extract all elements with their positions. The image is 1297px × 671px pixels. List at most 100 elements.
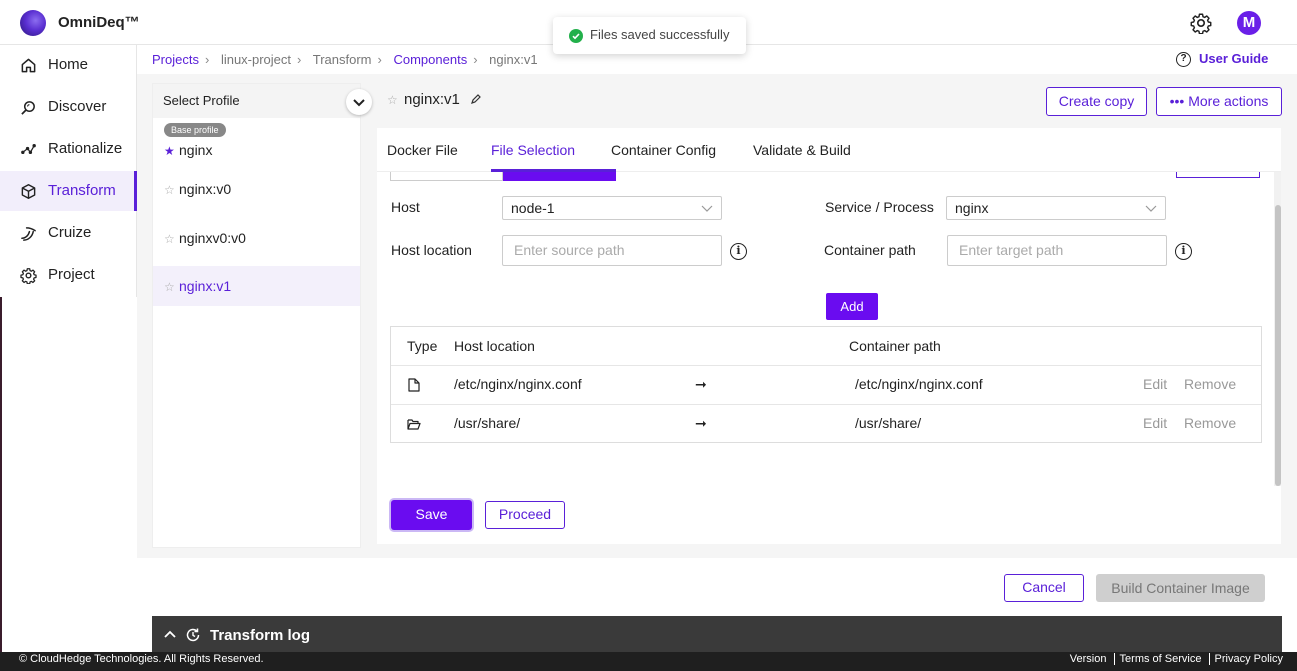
service-select-value: nginx xyxy=(955,200,989,216)
proceed-button[interactable]: Proceed xyxy=(485,501,565,529)
select-profile-header[interactable]: Select Profile xyxy=(153,84,360,118)
sidebar-item-label: Rationalize xyxy=(48,140,123,157)
star-outline-icon[interactable]: ☆ xyxy=(387,93,398,107)
breadcrumb-transform[interactable]: Transform xyxy=(313,52,372,67)
sidebar: Home Discover Rationalize Transform Crui… xyxy=(0,45,137,297)
brand-name: OmniDeq™ xyxy=(58,14,140,31)
project-gear-icon xyxy=(20,267,37,284)
user-guide-link[interactable]: ? User Guide xyxy=(1176,51,1269,67)
container-path-cell: /etc/nginx/nginx.conf xyxy=(855,376,983,392)
edit-link[interactable]: Edit xyxy=(1143,376,1167,392)
create-copy-button[interactable]: Create copy xyxy=(1046,87,1147,116)
tab-validate-build[interactable]: Validate & Build xyxy=(753,142,851,158)
star-outline-icon: ☆ xyxy=(164,232,175,246)
success-toast: Files saved successfully xyxy=(553,17,746,54)
tab-bar: Docker File File Selection Container Con… xyxy=(377,128,1281,172)
profile-item-nginx-v1[interactable]: ☆ nginx:v1 xyxy=(153,266,360,306)
more-actions-button[interactable]: ••• More actions xyxy=(1156,87,1282,116)
base-profile-badge: Base profile xyxy=(164,123,226,137)
arrow-right-icon: ➞ xyxy=(695,376,707,392)
omnideq-logo xyxy=(20,10,46,36)
profile-item-nginxv0-v0[interactable]: ☆ nginxv0:v0 xyxy=(153,218,360,258)
breadcrumb-projects[interactable]: Projects xyxy=(152,52,199,67)
service-process-select[interactable]: nginx xyxy=(946,196,1166,220)
privacy-link[interactable]: Privacy Policy xyxy=(1208,653,1283,665)
profile-item-label: nginx xyxy=(179,142,213,158)
folder-open-icon xyxy=(407,418,421,430)
check-circle-icon xyxy=(569,29,583,43)
transform-icon xyxy=(20,183,37,200)
chevron-down-icon xyxy=(1145,203,1157,213)
chevron-up-icon[interactable] xyxy=(164,630,176,639)
profile-item-label: nginxv0:v0 xyxy=(179,230,246,246)
remove-link[interactable]: Remove xyxy=(1184,376,1236,392)
info-icon[interactable]: i xyxy=(730,243,747,260)
sidebar-item-cruize[interactable]: Cruize xyxy=(0,213,137,253)
tab-file-selection[interactable]: File Selection xyxy=(491,142,575,158)
cancel-button[interactable]: Cancel xyxy=(1004,574,1084,602)
breadcrumb-components[interactable]: Components xyxy=(393,52,467,67)
terms-link[interactable]: Terms of Service xyxy=(1113,653,1202,665)
column-header-host-location: Host location xyxy=(454,338,535,354)
edit-link[interactable]: Edit xyxy=(1143,415,1167,431)
star-filled-icon: ★ xyxy=(164,144,175,158)
sidebar-item-home[interactable]: Home xyxy=(0,45,137,85)
column-header-type: Type xyxy=(407,338,438,354)
host-location-input[interactable]: Enter source path xyxy=(502,235,722,266)
settings-gear-icon[interactable] xyxy=(1190,12,1212,34)
info-icon[interactable]: i xyxy=(1175,243,1192,260)
select-profile-label: Select Profile xyxy=(163,93,240,108)
container-path-input[interactable]: Enter target path xyxy=(947,235,1167,266)
table-row: /etc/nginx/nginx.conf ➞ /etc/nginx/nginx… xyxy=(391,365,1261,404)
user-avatar[interactable]: M xyxy=(1237,11,1261,35)
container-path-label: Container path xyxy=(824,242,916,258)
add-button[interactable]: Add xyxy=(826,293,878,320)
tab-docker-file[interactable]: Docker File xyxy=(387,142,458,158)
breadcrumb: Projects › linux-project › Transform › Comp… xyxy=(152,52,538,67)
star-outline-icon: ☆ xyxy=(164,183,175,197)
container-path-placeholder: Enter target path xyxy=(959,242,1064,258)
arrow-right-icon: ➞ xyxy=(695,415,707,431)
toast-message: Files saved successfully xyxy=(590,27,730,42)
discover-icon xyxy=(20,99,37,116)
sidebar-item-label: Cruize xyxy=(48,224,92,241)
footer: © CloudHedge Technologies. All Rights Re… xyxy=(0,652,1297,671)
active-tab-indicator xyxy=(491,169,616,172)
service-process-label: Service / Process xyxy=(825,199,934,215)
save-button[interactable]: Save xyxy=(391,500,472,530)
remove-link[interactable]: Remove xyxy=(1184,415,1236,431)
sidebar-item-project[interactable]: Project xyxy=(0,255,137,295)
tab-container-config[interactable]: Container Config xyxy=(611,142,716,158)
star-outline-icon: ☆ xyxy=(164,280,175,294)
profile-item-label: nginx:v1 xyxy=(179,278,232,294)
container-path-cell: /usr/share/ xyxy=(855,415,922,431)
host-select[interactable]: node-1 xyxy=(502,196,722,220)
edit-pencil-icon[interactable] xyxy=(470,93,482,105)
chevron-down-icon[interactable] xyxy=(346,89,372,115)
column-header-container-path: Container path xyxy=(849,338,941,354)
breadcrumb-project[interactable]: linux-project xyxy=(221,52,291,67)
user-guide-label: User Guide xyxy=(1199,51,1269,66)
footer-links: Version Terms of Service Privacy Policy xyxy=(1070,653,1283,665)
hidden-toggle-left xyxy=(390,172,503,181)
build-container-image-button[interactable]: Build Container Image xyxy=(1096,574,1265,602)
chevron-down-icon xyxy=(701,203,713,213)
host-location-placeholder: Enter source path xyxy=(514,242,625,258)
host-location-cell: /usr/share/ xyxy=(454,415,521,431)
sidebar-item-transform[interactable]: Transform xyxy=(0,171,137,211)
component-name: nginx:v1 xyxy=(404,91,460,108)
transform-log-bar[interactable]: Transform log xyxy=(152,616,1282,653)
sidebar-item-discover[interactable]: Discover xyxy=(0,87,137,127)
host-location-label: Host location xyxy=(391,242,472,258)
sidebar-item-label: Transform xyxy=(48,182,116,199)
cruize-icon xyxy=(20,225,37,242)
host-label: Host xyxy=(391,199,420,215)
sidebar-item-rationalize[interactable]: Rationalize xyxy=(0,129,137,169)
table-row: /usr/share/ ➞ /usr/share/ Edit Remove xyxy=(391,404,1261,443)
file-mapping-table: Type Host location Container path /etc/n… xyxy=(390,326,1262,443)
copyright-text: © CloudHedge Technologies. All Rights Re… xyxy=(19,653,264,665)
profile-item-nginx-v0[interactable]: ☆ nginx:v0 xyxy=(153,169,360,209)
hidden-toggle-right xyxy=(503,172,616,181)
scrollbar-thumb[interactable] xyxy=(1275,205,1281,486)
version-link[interactable]: Version xyxy=(1070,653,1107,665)
